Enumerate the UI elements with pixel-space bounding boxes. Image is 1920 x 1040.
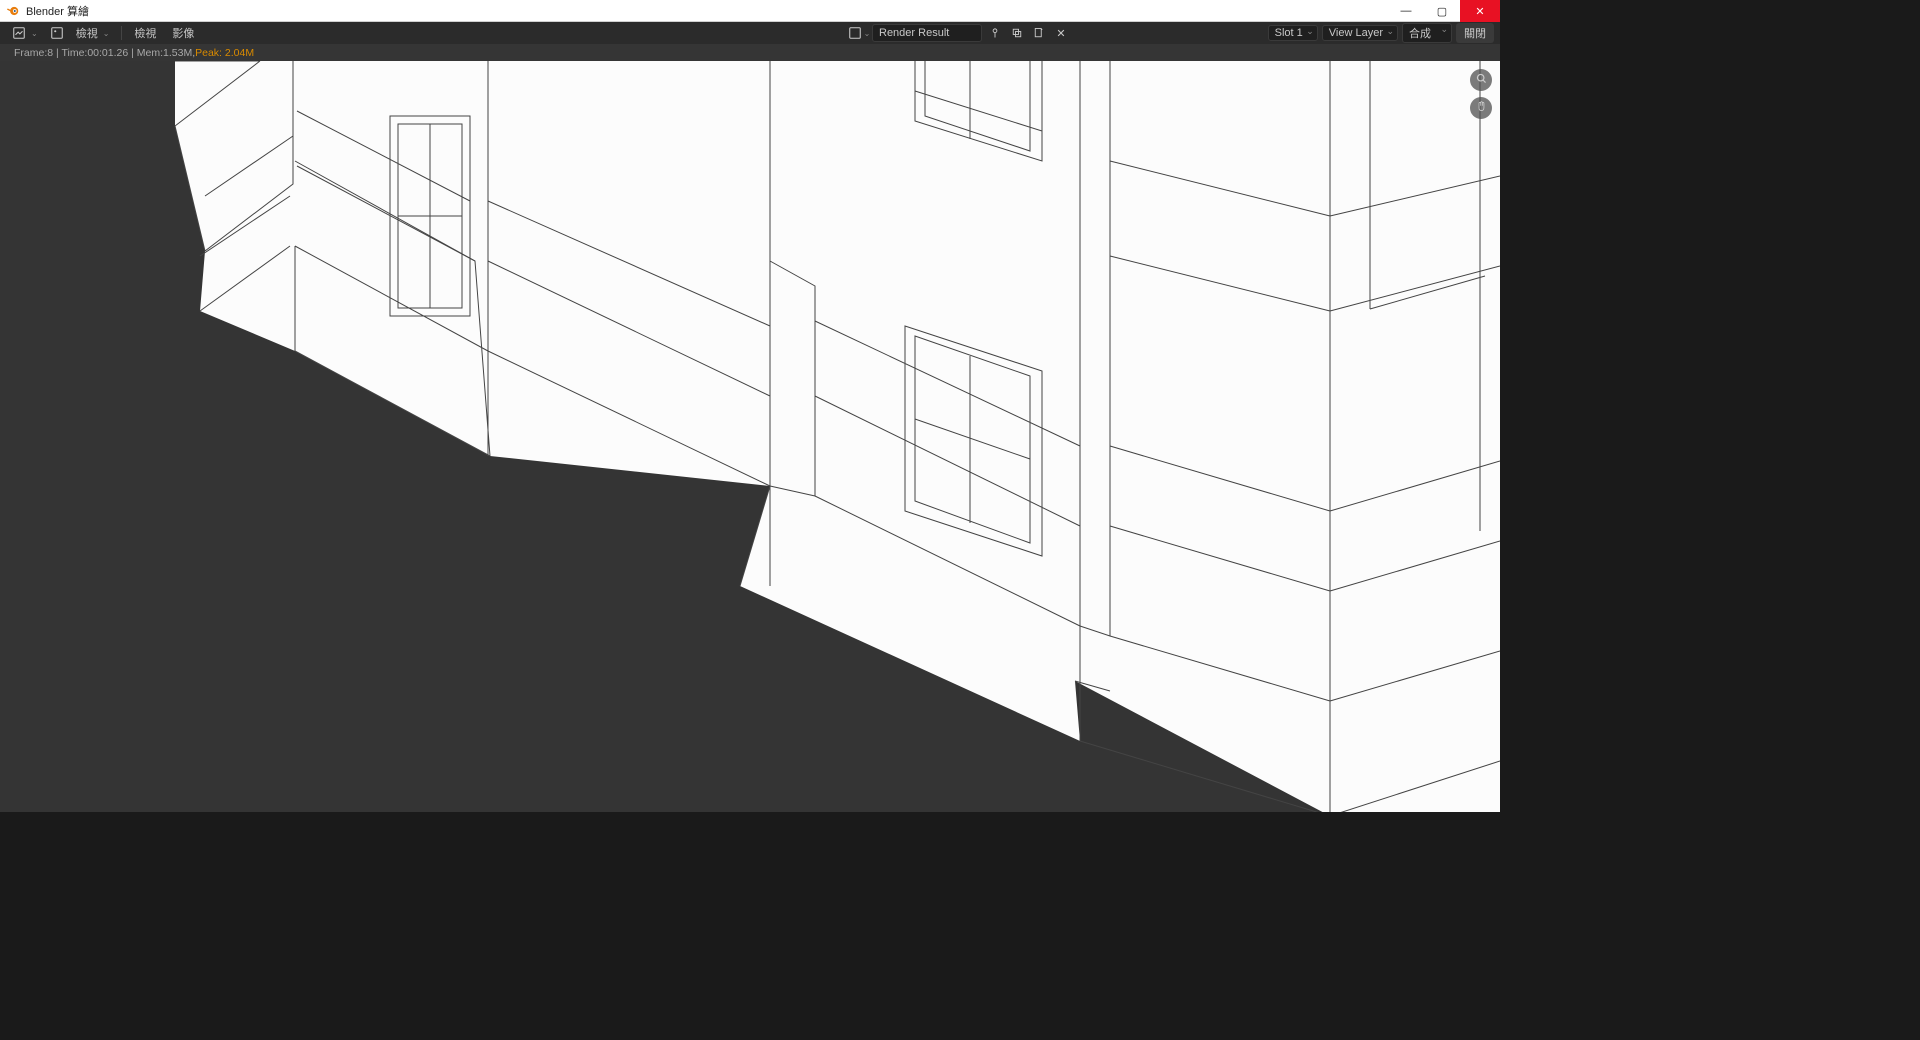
hand-icon	[1475, 100, 1488, 116]
render-result-image	[0, 61, 1500, 812]
display-mode-button[interactable]	[48, 24, 66, 42]
render-status-bar: Frame:8 | Time:00:01.26 | Mem:1.53M, Pea…	[0, 44, 1500, 61]
menu-view-2[interactable]: 檢視	[128, 23, 162, 43]
pin-icon	[988, 26, 1002, 40]
image-name-label: Render Result	[879, 27, 949, 39]
menu-view-1[interactable]: 檢視⌄	[70, 23, 116, 43]
viewport-pan-button[interactable]	[1470, 97, 1492, 119]
chevron-down-icon: ⌄	[864, 29, 871, 38]
chevron-down-icon: ⌄	[103, 29, 110, 38]
unlink-image-button[interactable]: ✕	[1052, 24, 1070, 42]
image-display-icon	[848, 26, 862, 40]
copy-icon	[1010, 26, 1024, 40]
new-icon	[1032, 26, 1046, 40]
image-mode-icon	[50, 26, 64, 40]
chevron-down-icon: ⌄	[31, 29, 38, 38]
window-title: Blender 算繪	[26, 3, 89, 19]
image-browse-button[interactable]: ⌄	[850, 24, 868, 42]
pin-button[interactable]	[986, 24, 1004, 42]
separator	[121, 26, 122, 40]
status-peak: Peak: 2.04M	[195, 47, 254, 59]
blender-logo-icon	[6, 4, 20, 18]
magnify-icon	[1475, 72, 1488, 88]
close-icon: ✕	[1056, 27, 1065, 40]
render-pass-dropdown[interactable]: 合成	[1402, 23, 1452, 43]
window-titlebar: Blender 算繪 — ▢ ✕	[0, 0, 1500, 22]
window-minimize-button[interactable]: —	[1388, 0, 1424, 22]
close-render-button[interactable]: 關閉	[1456, 23, 1494, 43]
viewport-zoom-button[interactable]	[1470, 69, 1492, 91]
menu-image[interactable]: 影像	[166, 23, 200, 43]
status-text: Frame:8 | Time:00:01.26 | Mem:1.53M,	[14, 47, 195, 59]
editor-type-dropdown[interactable]: ⌄	[6, 24, 44, 42]
view-layer-dropdown[interactable]: View Layer	[1322, 25, 1398, 41]
render-viewport[interactable]	[0, 61, 1500, 812]
window-close-button[interactable]: ✕	[1460, 0, 1500, 22]
new-image-button[interactable]	[1030, 24, 1048, 42]
image-editor-icon	[12, 26, 26, 40]
duplicate-button[interactable]	[1008, 24, 1026, 42]
editor-header: ⌄ 檢視⌄ 檢視 影像 ⌄ Render Result ✕ Slot 1 Vie…	[0, 22, 1500, 44]
image-name-field[interactable]: Render Result	[872, 24, 982, 42]
window-maximize-button[interactable]: ▢	[1424, 0, 1460, 22]
slot-dropdown[interactable]: Slot 1	[1268, 25, 1318, 41]
